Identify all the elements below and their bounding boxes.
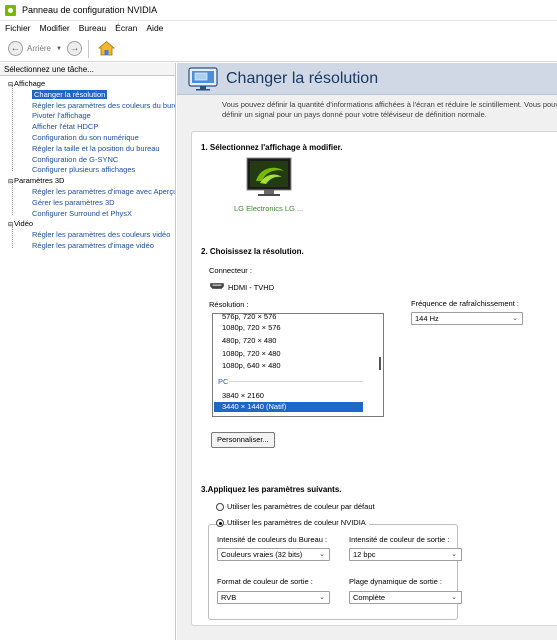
group-divider bbox=[229, 381, 363, 382]
tree-item-gsync[interactable]: Configuration de G-SYNC bbox=[0, 155, 175, 166]
desktop-depth-dropdown[interactable]: Couleurs vraies (32 bits) ⌄ bbox=[217, 548, 330, 561]
tree-item-surround-physx[interactable]: Configurer Surround et PhysX bbox=[0, 209, 175, 220]
hdmi-connector-icon bbox=[210, 283, 224, 289]
chevron-down-icon: ⌄ bbox=[451, 551, 457, 558]
tree-category-affichage[interactable]: ⊟Affichage bbox=[0, 79, 175, 90]
tree-item-gerer-3d[interactable]: Gérer les paramètres 3D bbox=[0, 198, 175, 209]
resolution-option[interactable]: 1080p, 720 × 576 bbox=[222, 323, 281, 332]
tree-item-son-numerique[interactable]: Configuration du son numérique bbox=[0, 133, 175, 144]
task-tree: ⊟Affichage Changer la résolution Régler … bbox=[0, 76, 175, 252]
toolbar-separator bbox=[87, 39, 89, 58]
page-header: Changer la résolution bbox=[177, 63, 557, 95]
output-format-dropdown[interactable]: RVB ⌄ bbox=[217, 591, 330, 604]
resolution-option-selected[interactable]: 3440 × 1440 (Natif) bbox=[214, 402, 363, 412]
radio-nvidia-label[interactable]: Utiliser les paramètres de couleur NVIDI… bbox=[227, 518, 369, 527]
forward-arrow-icon[interactable]: → bbox=[66, 41, 82, 56]
resolution-list[interactable]: 576p, 720 × 576 1080p, 720 × 576 480p, 7… bbox=[212, 313, 384, 417]
back-button-label[interactable]: Arrière bbox=[27, 44, 51, 53]
content-panel: Changer la résolution Vous pouvez défini… bbox=[177, 63, 557, 640]
resolution-option[interactable]: 3840 × 2160 bbox=[222, 391, 264, 400]
radio-default-colors[interactable] bbox=[216, 503, 224, 511]
desktop-depth-label: Intensité de couleurs du Bureau : bbox=[217, 535, 328, 544]
menu-fichier[interactable]: Fichier bbox=[5, 23, 31, 33]
tree-item-image-video[interactable]: Régler les paramètres d'image vidéo bbox=[0, 241, 175, 252]
section-1-title: 1. Sélectionnez l'affichage à modifier. bbox=[201, 143, 343, 152]
tree-category-video[interactable]: ⊟Vidéo bbox=[0, 219, 175, 230]
connector-label: Connecteur : bbox=[209, 266, 252, 275]
monitor-resolution-icon bbox=[188, 66, 218, 90]
radio-default-label[interactable]: Utiliser les paramètres de couleur par d… bbox=[227, 502, 375, 511]
tree-item-couleurs-video[interactable]: Régler les paramètres des couleurs vidéo bbox=[0, 230, 175, 241]
toolbar: ← Arrière ▼ → bbox=[0, 36, 557, 62]
chevron-down-icon: ⌄ bbox=[319, 551, 325, 558]
window-title: Panneau de configuration NVIDIA bbox=[22, 5, 158, 15]
description-line: Vous pouvez définir la quantité d'inform… bbox=[222, 100, 557, 109]
dropdown-value: Couleurs vraies (32 bits) bbox=[221, 550, 303, 559]
resolution-option[interactable]: 1080p, 640 × 480 bbox=[222, 361, 281, 370]
tree-item-pivoter[interactable]: Pivoter l'affichage bbox=[0, 111, 175, 122]
dynamic-range-dropdown[interactable]: Complète ⌄ bbox=[349, 591, 462, 604]
chevron-down-icon: ⌄ bbox=[319, 594, 325, 601]
nvidia-app-icon bbox=[5, 4, 16, 16]
dynamic-range-label: Plage dynamique de sortie : bbox=[349, 577, 442, 586]
task-panel-header: Sélectionnez une tâche... bbox=[0, 63, 175, 76]
menu-bureau[interactable]: Bureau bbox=[79, 23, 106, 33]
resolution-option[interactable]: 576p, 720 × 576 bbox=[222, 314, 276, 321]
menu-bar: Fichier Modifier Bureau Écran Aide bbox=[0, 21, 557, 35]
tree-item-label: Changer la résolution bbox=[32, 89, 108, 99]
resolution-group-pc: PC bbox=[218, 377, 229, 386]
description-line: définir un signal pour un pays donné pou… bbox=[222, 110, 487, 119]
dropdown-value: 12 bpc bbox=[353, 550, 376, 559]
radio-nvidia-colors[interactable] bbox=[216, 519, 224, 527]
connector-value: HDMI - TVHD bbox=[228, 283, 275, 292]
tree-item-changer-resolution[interactable]: Changer la résolution bbox=[0, 89, 175, 101]
tree-item-couleurs-bureau[interactable]: Régler les paramètres des couleurs du bu… bbox=[0, 101, 175, 112]
tree-category-label: Affichage bbox=[14, 79, 46, 88]
history-dropdown-icon[interactable]: ▼ bbox=[56, 46, 62, 52]
resolution-label: Résolution : bbox=[209, 300, 249, 309]
settings-box: 1. Sélectionnez l'affichage à modifier. … bbox=[191, 131, 557, 626]
menu-modifier[interactable]: Modifier bbox=[40, 23, 70, 33]
tree-item-apercu[interactable]: Régler les paramètres d'image avec Aperç… bbox=[0, 187, 175, 198]
display-monitor-icon[interactable] bbox=[246, 157, 292, 197]
output-depth-label: Intensité de couleur de sortie : bbox=[349, 535, 450, 544]
tree-item-plusieurs-affichages[interactable]: Configurer plusieurs affichages bbox=[0, 165, 175, 176]
resolution-option[interactable]: 480p, 720 × 480 bbox=[222, 336, 276, 345]
refresh-rate-dropdown[interactable]: 144 Hz ⌄ bbox=[411, 312, 523, 325]
chevron-down-icon: ⌄ bbox=[451, 594, 457, 601]
tree-item-taille-position[interactable]: Régler la taille et la position du burea… bbox=[0, 144, 175, 155]
resolution-option[interactable]: 1080p, 720 × 480 bbox=[222, 349, 281, 358]
chevron-down-icon: ⌄ bbox=[512, 315, 518, 322]
customize-button[interactable]: Personnaliser... bbox=[211, 432, 275, 448]
refresh-rate-label: Fréquence de rafraîchissement : bbox=[411, 299, 519, 308]
home-icon[interactable] bbox=[97, 40, 115, 57]
back-arrow-icon[interactable]: ← bbox=[8, 41, 23, 56]
menu-ecran[interactable]: Écran bbox=[115, 23, 137, 33]
output-format-label: Format de couleur de sortie : bbox=[217, 577, 313, 586]
task-panel: Sélectionnez une tâche... ⊟Affichage Cha… bbox=[0, 63, 176, 640]
tree-category-parametres-3d[interactable]: ⊟Paramètres 3D bbox=[0, 176, 175, 187]
dropdown-value: 144 Hz bbox=[415, 314, 439, 323]
page-description: Vous pouvez définir la quantité d'inform… bbox=[177, 95, 557, 120]
dropdown-value: RVB bbox=[221, 593, 237, 602]
title-bar: Panneau de configuration NVIDIA bbox=[0, 0, 557, 21]
tree-category-label: Paramètres 3D bbox=[14, 176, 65, 186]
output-depth-dropdown[interactable]: 12 bpc ⌄ bbox=[349, 548, 462, 561]
section-2-title: 2. Choisissez la résolution. bbox=[201, 247, 304, 256]
dropdown-value: Complète bbox=[353, 593, 386, 602]
list-scrollbar[interactable] bbox=[379, 357, 381, 370]
tree-item-hdcp[interactable]: Afficher l'état HDCP bbox=[0, 122, 175, 133]
section-3-title: 3.Appliquez les paramètres suivants. bbox=[201, 485, 342, 494]
display-name[interactable]: LG Electronics LG ... bbox=[234, 204, 303, 213]
tree-category-label: Vidéo bbox=[14, 219, 34, 229]
menu-aide[interactable]: Aide bbox=[146, 23, 163, 33]
page-title: Changer la résolution bbox=[226, 69, 379, 87]
